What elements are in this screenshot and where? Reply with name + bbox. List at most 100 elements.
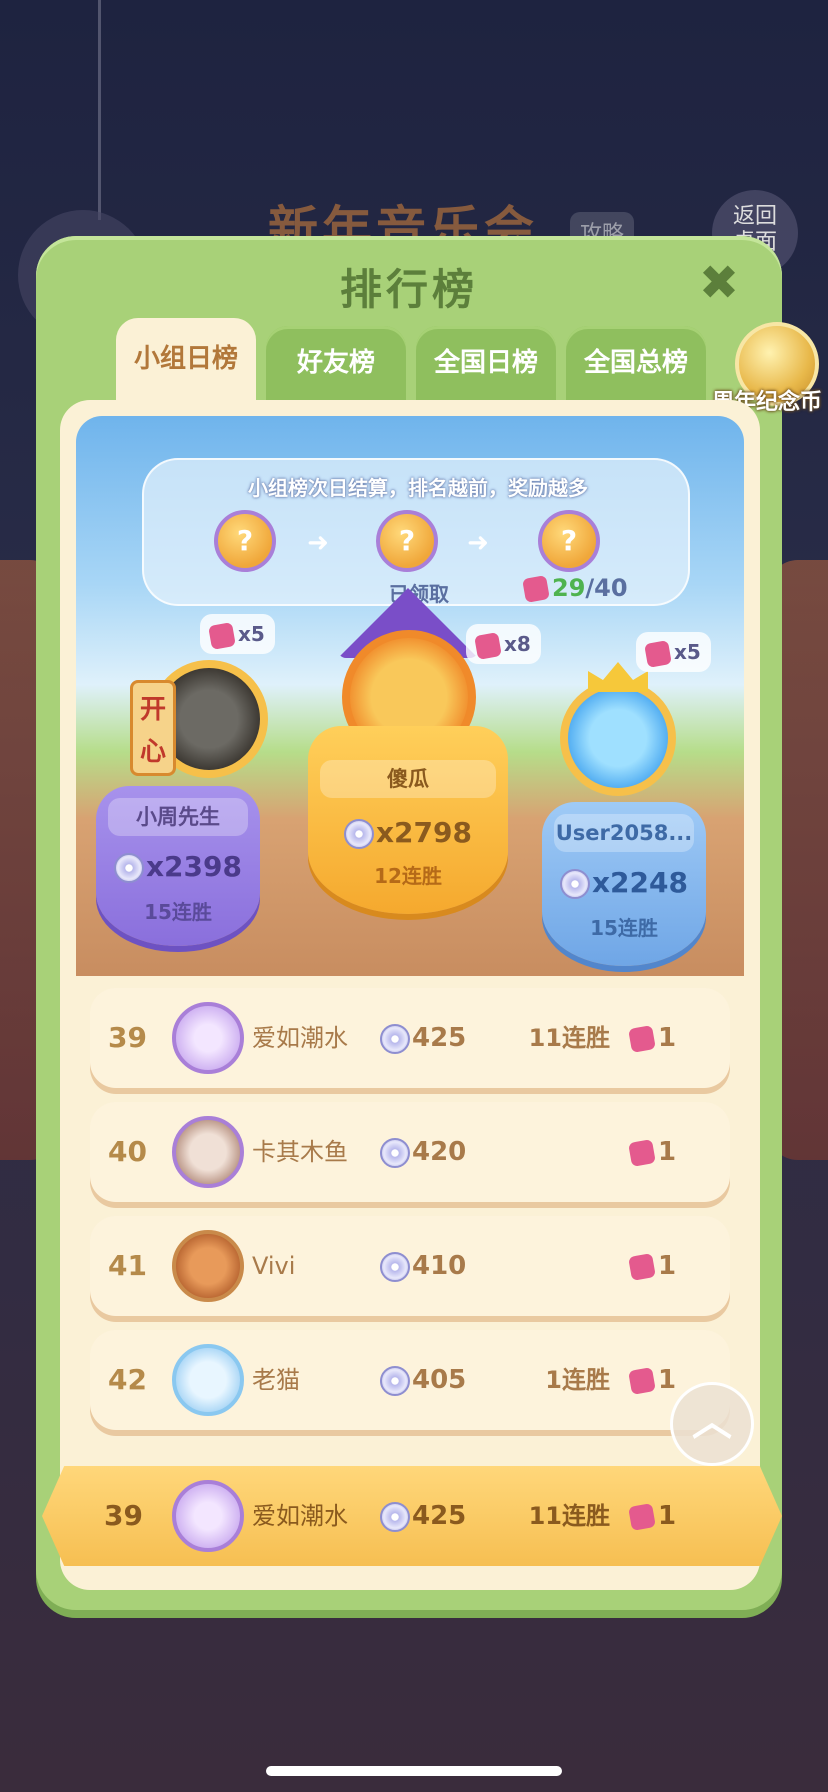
reward-claimed-icon[interactable]: ? bbox=[376, 510, 438, 572]
podium-score: x2798 bbox=[308, 816, 508, 849]
modal-title: 排行榜 bbox=[339, 265, 478, 314]
podium-streak: 15连胜 bbox=[144, 900, 212, 924]
podium-streak: 15连胜 bbox=[590, 916, 658, 940]
tab-friends[interactable]: 好友榜 bbox=[266, 326, 406, 400]
reward-info-bubble: 小组榜次日结算，排名越前，奖励越多 ? ➜ ? 已领取 ➜ ? 29/40 bbox=[142, 458, 690, 606]
row-streak: 11连胜 bbox=[528, 1024, 610, 1052]
music-disc-icon bbox=[344, 819, 374, 849]
row-name: Vivi bbox=[252, 1252, 296, 1280]
puzzle-fragment-icon bbox=[628, 1138, 656, 1167]
row-fragments-value: 1 bbox=[658, 1365, 677, 1395]
podium-2-reward-bubble: x5 bbox=[200, 614, 275, 654]
leaderboard-row[interactable]: 40 卡其木鱼 420 1 bbox=[90, 1102, 730, 1202]
progress-total: /40 bbox=[585, 574, 628, 602]
music-disc-icon bbox=[380, 1501, 410, 1532]
music-disc-icon bbox=[380, 1023, 410, 1054]
reward-info-text: 小组榜次日结算，排名越前，奖励越多 bbox=[248, 476, 588, 500]
avatar-rank-3[interactable] bbox=[560, 680, 676, 796]
my-fragments: 1 bbox=[628, 1466, 677, 1566]
row-score: 410 bbox=[380, 1216, 466, 1316]
row-score: 405 bbox=[380, 1330, 466, 1430]
podium-1-reward: x8 bbox=[504, 632, 531, 656]
podium-card-rank-3[interactable]: User2058... x2248 15连胜 bbox=[542, 802, 706, 966]
leaderboard-row[interactable]: 41 Vivi 410 1 bbox=[90, 1216, 730, 1316]
reward-next-icon[interactable]: ? bbox=[538, 510, 600, 572]
row-avatar[interactable] bbox=[172, 1002, 244, 1074]
arrow-right-icon: ➜ bbox=[467, 528, 489, 558]
row-name: 卡其木鱼 bbox=[252, 1138, 348, 1166]
row-fragments-value: 1 bbox=[658, 1023, 677, 1053]
podium-score: x2248 bbox=[542, 866, 706, 899]
music-disc-icon bbox=[380, 1365, 410, 1396]
tab-national-total[interactable]: 全国总榜 bbox=[566, 326, 706, 400]
row-name: 爱如潮水 bbox=[252, 1024, 348, 1052]
puzzle-fragment-icon bbox=[522, 575, 550, 603]
tab-group-daily[interactable]: 小组日榜 bbox=[116, 318, 256, 400]
leaderboard-row[interactable]: 42 老猫 405 1连胜 1 bbox=[90, 1330, 730, 1430]
my-rank-row[interactable]: 39 爱如潮水 425 11连胜 1 bbox=[42, 1466, 782, 1566]
row-score-value: 405 bbox=[412, 1365, 467, 1395]
row-rank: 41 bbox=[108, 1249, 147, 1282]
fragment-progress: 29/40 bbox=[522, 574, 628, 603]
my-score: 425 bbox=[380, 1466, 466, 1566]
row-rank: 39 bbox=[108, 1021, 147, 1054]
music-disc-icon bbox=[380, 1137, 410, 1168]
podium-score-value: x2398 bbox=[146, 850, 242, 883]
podium-score-value: x2798 bbox=[376, 816, 472, 849]
row-score-value: 420 bbox=[412, 1137, 467, 1167]
row-score: 420 bbox=[380, 1102, 466, 1202]
my-rank: 39 bbox=[104, 1499, 143, 1532]
home-indicator[interactable] bbox=[266, 1766, 562, 1776]
puzzle-fragment-icon bbox=[628, 1024, 656, 1053]
puzzle-fragment-icon bbox=[628, 1366, 656, 1395]
podium-score: x2398 bbox=[96, 850, 260, 883]
row-score-value: 425 bbox=[412, 1023, 467, 1053]
scroll-to-top-button[interactable]: ︿ bbox=[670, 1382, 754, 1466]
row-rank: 40 bbox=[108, 1135, 147, 1168]
row-fragments-value: 1 bbox=[658, 1251, 677, 1281]
podium-card-rank-1[interactable]: 傻瓜 x2798 12连胜 bbox=[308, 726, 508, 914]
row-fragments: 1 bbox=[628, 1330, 677, 1430]
puzzle-fragment-icon bbox=[644, 639, 672, 668]
my-score-value: 425 bbox=[412, 1501, 467, 1531]
row-score: 425 bbox=[380, 988, 466, 1088]
row-fragments: 1 bbox=[628, 1216, 677, 1316]
row-fragments-value: 1 bbox=[658, 1137, 677, 1167]
podium-name: 小周先生 bbox=[108, 798, 248, 836]
podium-1-reward-bubble: x8 bbox=[466, 624, 541, 664]
podium-card-rank-2[interactable]: 小周先生 x2398 15连胜 bbox=[96, 786, 260, 946]
tab-national-daily[interactable]: 全国日榜 bbox=[416, 326, 556, 400]
puzzle-fragment-icon bbox=[628, 1502, 656, 1531]
puzzle-fragment-icon bbox=[628, 1252, 656, 1281]
progress-current: 29 bbox=[552, 574, 586, 602]
close-icon[interactable]: ✖ bbox=[694, 258, 744, 308]
leaderboard-row[interactable]: 39 爱如潮水 425 11连胜 1 bbox=[90, 988, 730, 1088]
row-fragments: 1 bbox=[628, 988, 677, 1088]
podium-name: 傻瓜 bbox=[320, 760, 496, 798]
podium-3-reward-bubble: x5 bbox=[636, 632, 711, 672]
row-avatar[interactable] bbox=[172, 1116, 244, 1188]
reward-mystery-icon[interactable]: ? bbox=[214, 510, 276, 572]
music-disc-icon bbox=[380, 1251, 410, 1282]
puzzle-fragment-icon bbox=[474, 631, 502, 660]
podium-streak: 12连胜 bbox=[374, 864, 442, 888]
puzzle-fragment-icon bbox=[208, 621, 236, 650]
podium-name: User2058... bbox=[554, 814, 694, 852]
my-fragments-value: 1 bbox=[658, 1501, 677, 1531]
background-rope bbox=[98, 0, 101, 220]
row-name: 老猫 bbox=[252, 1366, 300, 1394]
podium-2-reward: x5 bbox=[238, 622, 265, 646]
podium-3-reward: x5 bbox=[674, 640, 701, 664]
arrow-right-icon: ➜ bbox=[307, 528, 329, 558]
row-fragments: 1 bbox=[628, 1102, 677, 1202]
music-disc-icon bbox=[560, 869, 590, 899]
music-disc-icon bbox=[114, 853, 144, 883]
my-name: 爱如潮水 bbox=[252, 1502, 348, 1530]
row-avatar[interactable] bbox=[172, 1344, 244, 1416]
happy-tag: 开心 bbox=[130, 680, 176, 776]
my-avatar[interactable] bbox=[172, 1480, 244, 1552]
chevron-up-icon: ︿ bbox=[692, 1399, 732, 1445]
row-streak: 1连胜 bbox=[545, 1366, 610, 1394]
row-avatar[interactable] bbox=[172, 1230, 244, 1302]
row-rank: 42 bbox=[108, 1363, 147, 1396]
